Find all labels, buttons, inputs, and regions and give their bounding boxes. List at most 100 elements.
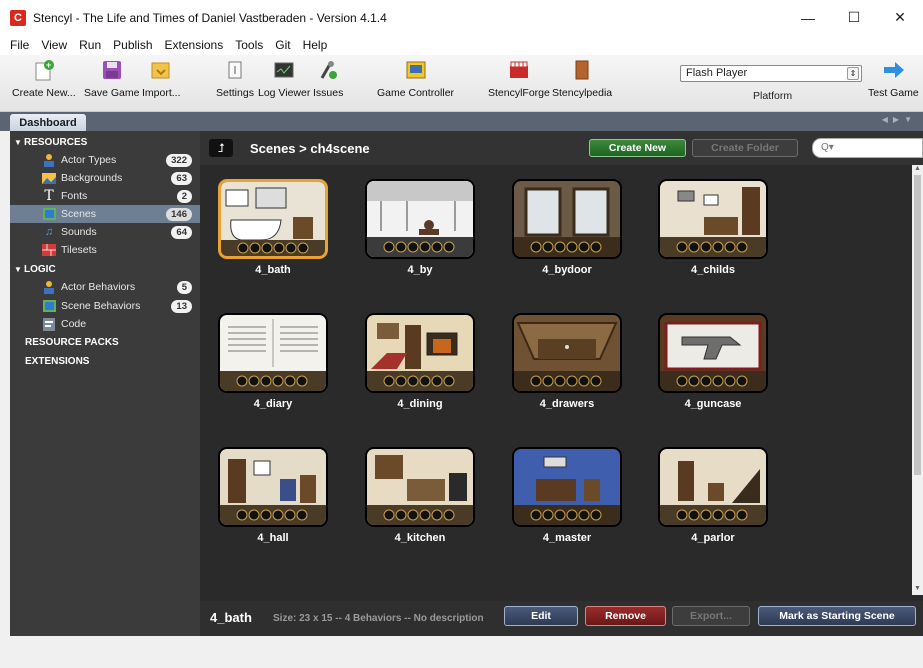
vertical-scrollbar[interactable]: ▲ ▼: [912, 165, 923, 595]
count-badge: 63: [171, 171, 192, 185]
scene-thumbnail[interactable]: [512, 313, 622, 393]
log-viewer-tool[interactable]: Log Viewer: [258, 59, 310, 99]
scroll-down-icon[interactable]: ▼: [912, 585, 923, 595]
mark-starting-scene-button[interactable]: Mark as Starting Scene: [758, 606, 916, 626]
sidebar-section-resources[interactable]: ▼ RESOURCES: [10, 133, 200, 151]
stencylforge-tool[interactable]: StencylForge: [488, 59, 550, 99]
sidebar-item-scenes[interactable]: Scenes 146: [10, 205, 200, 223]
sidebar-section-extensions[interactable]: EXTENSIONS: [10, 352, 200, 370]
menu-run[interactable]: Run: [73, 38, 107, 52]
search-input[interactable]: Q▾: [812, 138, 923, 158]
count-badge: 146: [166, 207, 192, 221]
caret-down-icon: ▼: [14, 264, 22, 274]
remove-button[interactable]: Remove: [585, 606, 666, 626]
arrow-up-icon: ⮥: [217, 140, 225, 155]
code-icon: [42, 317, 56, 331]
sidebar-item-label: Actor Behaviors: [61, 281, 136, 293]
sidebar-item-label: Backgrounds: [61, 172, 123, 184]
import-tool[interactable]: Import...: [142, 59, 181, 99]
scene-thumbnail[interactable]: [512, 447, 622, 527]
menu-publish[interactable]: Publish: [107, 38, 158, 52]
window-controls: — ☐ ✕: [785, 0, 923, 35]
scene-thumbnail[interactable]: [218, 313, 328, 393]
scrollbar-thumb[interactable]: [914, 175, 921, 475]
up-folder-button[interactable]: ⮥: [209, 139, 233, 157]
issues-label: Issues: [313, 87, 344, 99]
menu-extensions[interactable]: Extensions: [159, 38, 230, 52]
scene-thumbnail[interactable]: [218, 179, 328, 259]
maximize-button[interactable]: ☐: [831, 0, 877, 35]
settings-label: Settings: [216, 87, 254, 99]
create-new-tool[interactable]: + Create New...: [12, 59, 76, 99]
sidebar-item-fonts[interactable]: T Fonts 2: [10, 187, 200, 205]
create-folder-button[interactable]: Create Folder: [692, 139, 798, 157]
scene-name: 4_childs: [690, 264, 736, 276]
scene-thumbnail[interactable]: [365, 179, 475, 259]
toolbar: + Create New... Save Game Import... Sett…: [0, 55, 923, 112]
scenes-panel: ⮥ Scenes > ch4scene Create New Create Fo…: [200, 131, 923, 636]
save-icon: [101, 59, 123, 81]
game-controller-icon: [405, 59, 427, 81]
scenes-icon: [42, 208, 56, 221]
bottom-strip: [0, 636, 923, 668]
stencyl-app-icon: C: [10, 9, 26, 26]
scene-thumbnail[interactable]: [365, 447, 475, 527]
scene-thumbnail[interactable]: [658, 447, 768, 527]
scene-thumbnail[interactable]: [658, 179, 768, 259]
game-controller-tool[interactable]: Game Controller: [377, 59, 454, 99]
minimize-button[interactable]: —: [785, 0, 831, 35]
selected-scene-info: Size: 23 x 15 -- 4 Behaviors -- No descr…: [273, 613, 484, 624]
count-badge: 322: [166, 153, 192, 167]
close-button[interactable]: ✕: [877, 0, 923, 35]
create-new-button[interactable]: Create New: [589, 139, 686, 157]
sidebar-item-actor-behaviors[interactable]: Actor Behaviors 5: [10, 278, 200, 296]
sidebar-item-label: Scene Behaviors: [61, 300, 141, 312]
sidebar-item-code[interactable]: Code: [10, 315, 200, 333]
scene-name: 4_bath: [255, 264, 291, 276]
save-game-tool[interactable]: Save Game: [84, 59, 139, 99]
create-new-icon: +: [33, 59, 55, 81]
scene-thumbnail[interactable]: [512, 179, 622, 259]
scene-thumbnail[interactable]: [658, 313, 768, 393]
sidebar-item-sounds[interactable]: ♫ Sounds 64: [10, 223, 200, 241]
export-button[interactable]: Export...: [672, 606, 750, 626]
scene-thumbnail[interactable]: [218, 447, 328, 527]
menu-view[interactable]: View: [35, 38, 73, 52]
sidebar-item-backgrounds[interactable]: Backgrounds 63: [10, 169, 200, 187]
fonts-icon: T: [44, 188, 54, 204]
tab-dashboard[interactable]: Dashboard: [10, 114, 86, 131]
menu-file[interactable]: File: [4, 38, 35, 52]
stencyl-window: C Stencyl - The Life and Times of Daniel…: [0, 0, 923, 668]
actor-icon: [42, 153, 56, 167]
sidebar: ▼ RESOURCES Actor Types 322 Backgrounds …: [10, 131, 200, 636]
sidebar-item-label: Tilesets: [61, 244, 97, 256]
scene-name: 4_dining: [397, 398, 443, 410]
sidebar-item-label: Sounds: [61, 226, 97, 238]
stencylpedia-icon: [571, 59, 593, 81]
settings-tool[interactable]: Settings: [216, 59, 254, 99]
menu-git[interactable]: Git: [269, 38, 296, 52]
sidebar-item-tilesets[interactable]: Tilesets: [10, 241, 200, 259]
sidebar-section-resource-packs[interactable]: RESOURCE PACKS: [10, 333, 200, 351]
test-game-tool[interactable]: Test Game: [868, 59, 919, 99]
scene-name: 4_kitchen: [394, 532, 446, 544]
sidebar-section-label: LOGIC: [24, 263, 56, 275]
sidebar-item-label: Scenes: [61, 208, 97, 220]
scroll-up-icon[interactable]: ▲: [912, 165, 923, 175]
menu-help[interactable]: Help: [297, 38, 334, 52]
issues-tool[interactable]: Issues: [313, 59, 343, 99]
edit-button[interactable]: Edit: [504, 606, 578, 626]
tab-nav-arrows-icon[interactable]: ◀▶▼: [882, 115, 917, 124]
platform-value: Flash Player: [686, 67, 748, 79]
stencylpedia-tool[interactable]: Stencylpedia: [552, 59, 612, 99]
scene-name: 4_hall: [257, 532, 289, 544]
scene-thumbnail[interactable]: [365, 313, 475, 393]
platform-select[interactable]: Flash Player ⇕: [680, 65, 862, 82]
count-badge: 5: [176, 280, 192, 294]
scene-name: 4_guncase: [684, 398, 742, 410]
sidebar-item-actor-types[interactable]: Actor Types 322: [10, 151, 200, 169]
sidebar-item-scene-behaviors[interactable]: Scene Behaviors 13: [10, 297, 200, 315]
menu-tools[interactable]: Tools: [229, 38, 269, 52]
arrow-right-icon: [882, 59, 905, 81]
sidebar-section-logic[interactable]: ▼ LOGIC: [10, 260, 200, 278]
